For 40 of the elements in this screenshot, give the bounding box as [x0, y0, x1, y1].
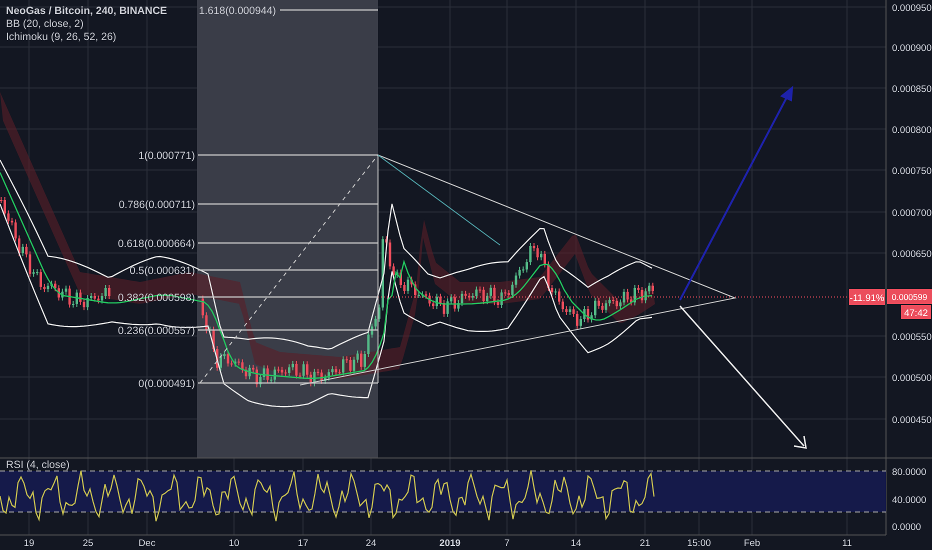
rsi-axis-label: 40.0000 — [892, 495, 926, 506]
price-axis-label: 0.000700 — [892, 208, 932, 219]
price-axis-label: 0.000500 — [892, 373, 932, 384]
price-axis-label: 0.000800 — [892, 125, 932, 136]
fib-level-label: 0.5(0.000631) — [130, 265, 195, 277]
time-axis-label: 17 — [298, 538, 308, 549]
fib-level-label: 1(0.000771) — [138, 150, 195, 162]
price-axis-label: 0.000450 — [892, 415, 932, 426]
last-price-tag: 0.000599 — [887, 289, 932, 304]
time-axis-label: Feb — [744, 538, 760, 549]
price-axis-label: 0.000650 — [892, 249, 932, 260]
time-axis-label: Dec — [138, 538, 156, 549]
price-axis-label: 0.000950 — [892, 3, 932, 14]
fib-level-label: 1.618(0.000944) — [198, 5, 276, 17]
countdown-tag: 47:42 — [901, 305, 931, 319]
time-axis-label: 24 — [366, 538, 376, 549]
time-axis-label: 19 — [24, 538, 34, 549]
price-axis-label: 0.000900 — [892, 43, 932, 54]
legend-text: BB (20, close, 2) — [6, 18, 84, 30]
time-axis-label: 15:00 — [687, 538, 711, 549]
fib-level-label: 0.236(0.000557) — [118, 325, 195, 337]
time-axis-label: 14 — [570, 538, 582, 549]
time-axis-label: 25 — [82, 538, 94, 549]
price-axis-label: 0.000750 — [892, 166, 932, 177]
legend-text: Ichimoku (9, 26, 52, 26) — [6, 31, 116, 43]
time-axis-label: 7 — [504, 538, 510, 549]
fib-level-label: 0.786(0.000711) — [118, 199, 195, 211]
rsi-axis-label: 0.0000 — [892, 522, 922, 533]
time-axis-label: 21 — [640, 538, 650, 549]
time-axis-label: 2019 — [439, 538, 461, 549]
legend-text: NeoGas / Bitcoin, 240, BINANCE — [6, 5, 168, 17]
time-axis-label: 11 — [842, 538, 852, 549]
price-axis-label: 0.000850 — [892, 84, 932, 95]
rsi-label: RSI (4, close) — [6, 459, 70, 471]
fib-level-label: 0(0.000491) — [138, 378, 195, 390]
time-axis-label: 10 — [228, 538, 240, 549]
change-tag: -11.91% — [849, 289, 885, 305]
price-axis-label: 0.000550 — [892, 332, 932, 343]
rsi-axis-label: 80.0000 — [892, 467, 926, 478]
fib-level-label: 0.618(0.000664) — [118, 238, 195, 250]
